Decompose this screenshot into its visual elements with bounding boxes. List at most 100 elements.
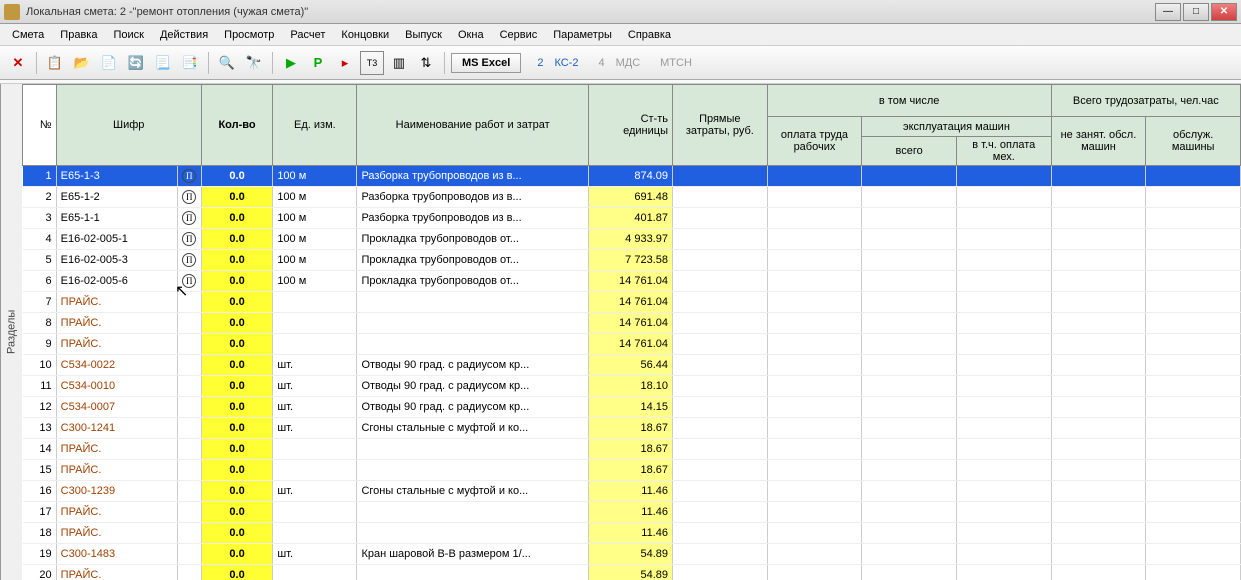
cell[interactable] <box>177 376 201 397</box>
cell[interactable]: П <box>177 208 201 229</box>
cell[interactable]: 0.0 <box>201 439 273 460</box>
cell[interactable] <box>862 292 957 313</box>
cell[interactable] <box>357 313 588 334</box>
cell[interactable] <box>1146 313 1241 334</box>
cell[interactable]: ПРАЙС. <box>56 292 177 313</box>
cell[interactable] <box>177 502 201 523</box>
cell[interactable] <box>862 229 957 250</box>
cell[interactable] <box>862 397 957 418</box>
cell[interactable] <box>672 187 767 208</box>
cell[interactable]: 14 <box>23 439 57 460</box>
cell[interactable]: Отводы 90 град. с радиусом кр... <box>357 376 588 397</box>
cell[interactable] <box>956 481 1051 502</box>
cell[interactable] <box>1146 481 1241 502</box>
cell[interactable] <box>956 166 1051 187</box>
cell[interactable]: 1 <box>23 166 57 187</box>
table-row[interactable]: 19С300-14830.0шт.Кран шаровой В-В размер… <box>23 544 1241 565</box>
cell[interactable]: 0.0 <box>201 166 273 187</box>
cell[interactable]: П <box>177 166 201 187</box>
cell[interactable] <box>767 418 862 439</box>
cell[interactable]: 9 <box>23 334 57 355</box>
cell[interactable]: 14 761.04 <box>588 292 672 313</box>
cell[interactable] <box>767 502 862 523</box>
cell[interactable] <box>767 166 862 187</box>
cell[interactable] <box>767 544 862 565</box>
cell[interactable] <box>672 250 767 271</box>
find-icon[interactable]: 🔍 <box>215 51 239 75</box>
cell[interactable] <box>1146 334 1241 355</box>
cell[interactable]: Прокладка трубопроводов от... <box>357 229 588 250</box>
cell[interactable] <box>862 565 957 580</box>
cell[interactable]: 0.0 <box>201 313 273 334</box>
table-row[interactable]: 14ПРАЙС.0.018.67 <box>23 439 1241 460</box>
cell[interactable] <box>862 271 957 292</box>
cell[interactable]: шт. <box>273 418 357 439</box>
cell[interactable] <box>672 565 767 580</box>
table-row[interactable]: 15ПРАЙС.0.018.67 <box>23 460 1241 481</box>
menu-6[interactable]: Концовки <box>333 26 397 44</box>
cell[interactable] <box>767 334 862 355</box>
cell[interactable]: 0.0 <box>201 523 273 544</box>
cell[interactable]: П <box>177 271 201 292</box>
cell[interactable] <box>862 166 957 187</box>
cell[interactable] <box>767 460 862 481</box>
cell[interactable] <box>767 313 862 334</box>
cell[interactable]: 100 м <box>273 208 357 229</box>
link-ks2[interactable]: КС-2 <box>550 54 582 72</box>
cell[interactable]: 0.0 <box>201 460 273 481</box>
cell[interactable]: 13 <box>23 418 57 439</box>
cell[interactable]: 0.0 <box>201 502 273 523</box>
cell[interactable] <box>1051 544 1146 565</box>
cell[interactable] <box>1051 502 1146 523</box>
refresh-icon[interactable]: 🔄 <box>124 51 148 75</box>
cell[interactable] <box>1146 229 1241 250</box>
cell[interactable] <box>1051 565 1146 580</box>
cell[interactable] <box>1051 229 1146 250</box>
cell[interactable] <box>672 544 767 565</box>
cell[interactable] <box>862 313 957 334</box>
cell[interactable]: П <box>177 187 201 208</box>
cell[interactable] <box>1146 418 1241 439</box>
cell[interactable]: шт. <box>273 397 357 418</box>
cell[interactable]: 0.0 <box>201 229 273 250</box>
cell[interactable] <box>672 418 767 439</box>
cell[interactable] <box>273 313 357 334</box>
cell[interactable] <box>1051 376 1146 397</box>
cell[interactable] <box>1146 439 1241 460</box>
cell[interactable]: 11.46 <box>588 502 672 523</box>
cell[interactable]: 0.0 <box>201 397 273 418</box>
cell[interactable] <box>1051 250 1146 271</box>
cell[interactable]: 3 <box>23 208 57 229</box>
cell[interactable] <box>1146 292 1241 313</box>
th-n[interactable]: № <box>23 85 57 166</box>
cell[interactable] <box>1146 208 1241 229</box>
cell[interactable] <box>177 397 201 418</box>
cell[interactable] <box>1051 334 1146 355</box>
open-icon[interactable]: 📂 <box>70 51 94 75</box>
cell[interactable] <box>862 502 957 523</box>
cell[interactable] <box>177 334 201 355</box>
cell[interactable] <box>177 292 201 313</box>
cell[interactable]: 0.0 <box>201 292 273 313</box>
cell[interactable] <box>1051 166 1146 187</box>
columns-icon[interactable]: ▥ <box>387 51 411 75</box>
cell[interactable] <box>357 334 588 355</box>
menu-4[interactable]: Просмотр <box>216 26 282 44</box>
cell[interactable] <box>672 292 767 313</box>
cell[interactable]: 18.67 <box>588 460 672 481</box>
cell[interactable]: 2 <box>23 187 57 208</box>
table-row[interactable]: 10С534-00220.0шт.Отводы 90 град. с радиу… <box>23 355 1241 376</box>
cell[interactable] <box>672 439 767 460</box>
cell[interactable] <box>1051 208 1146 229</box>
cell[interactable] <box>177 313 201 334</box>
cell[interactable] <box>177 355 201 376</box>
table-row[interactable]: 9ПРАЙС.0.014 761.04 <box>23 334 1241 355</box>
cell[interactable] <box>1146 397 1241 418</box>
cell[interactable] <box>956 187 1051 208</box>
ms-excel-button[interactable]: MS Excel <box>451 53 521 73</box>
cell[interactable] <box>1146 355 1241 376</box>
cell[interactable] <box>357 502 588 523</box>
cell[interactable]: 874.09 <box>588 166 672 187</box>
cell[interactable] <box>956 250 1051 271</box>
cell[interactable]: Отводы 90 град. с радиусом кр... <box>357 355 588 376</box>
